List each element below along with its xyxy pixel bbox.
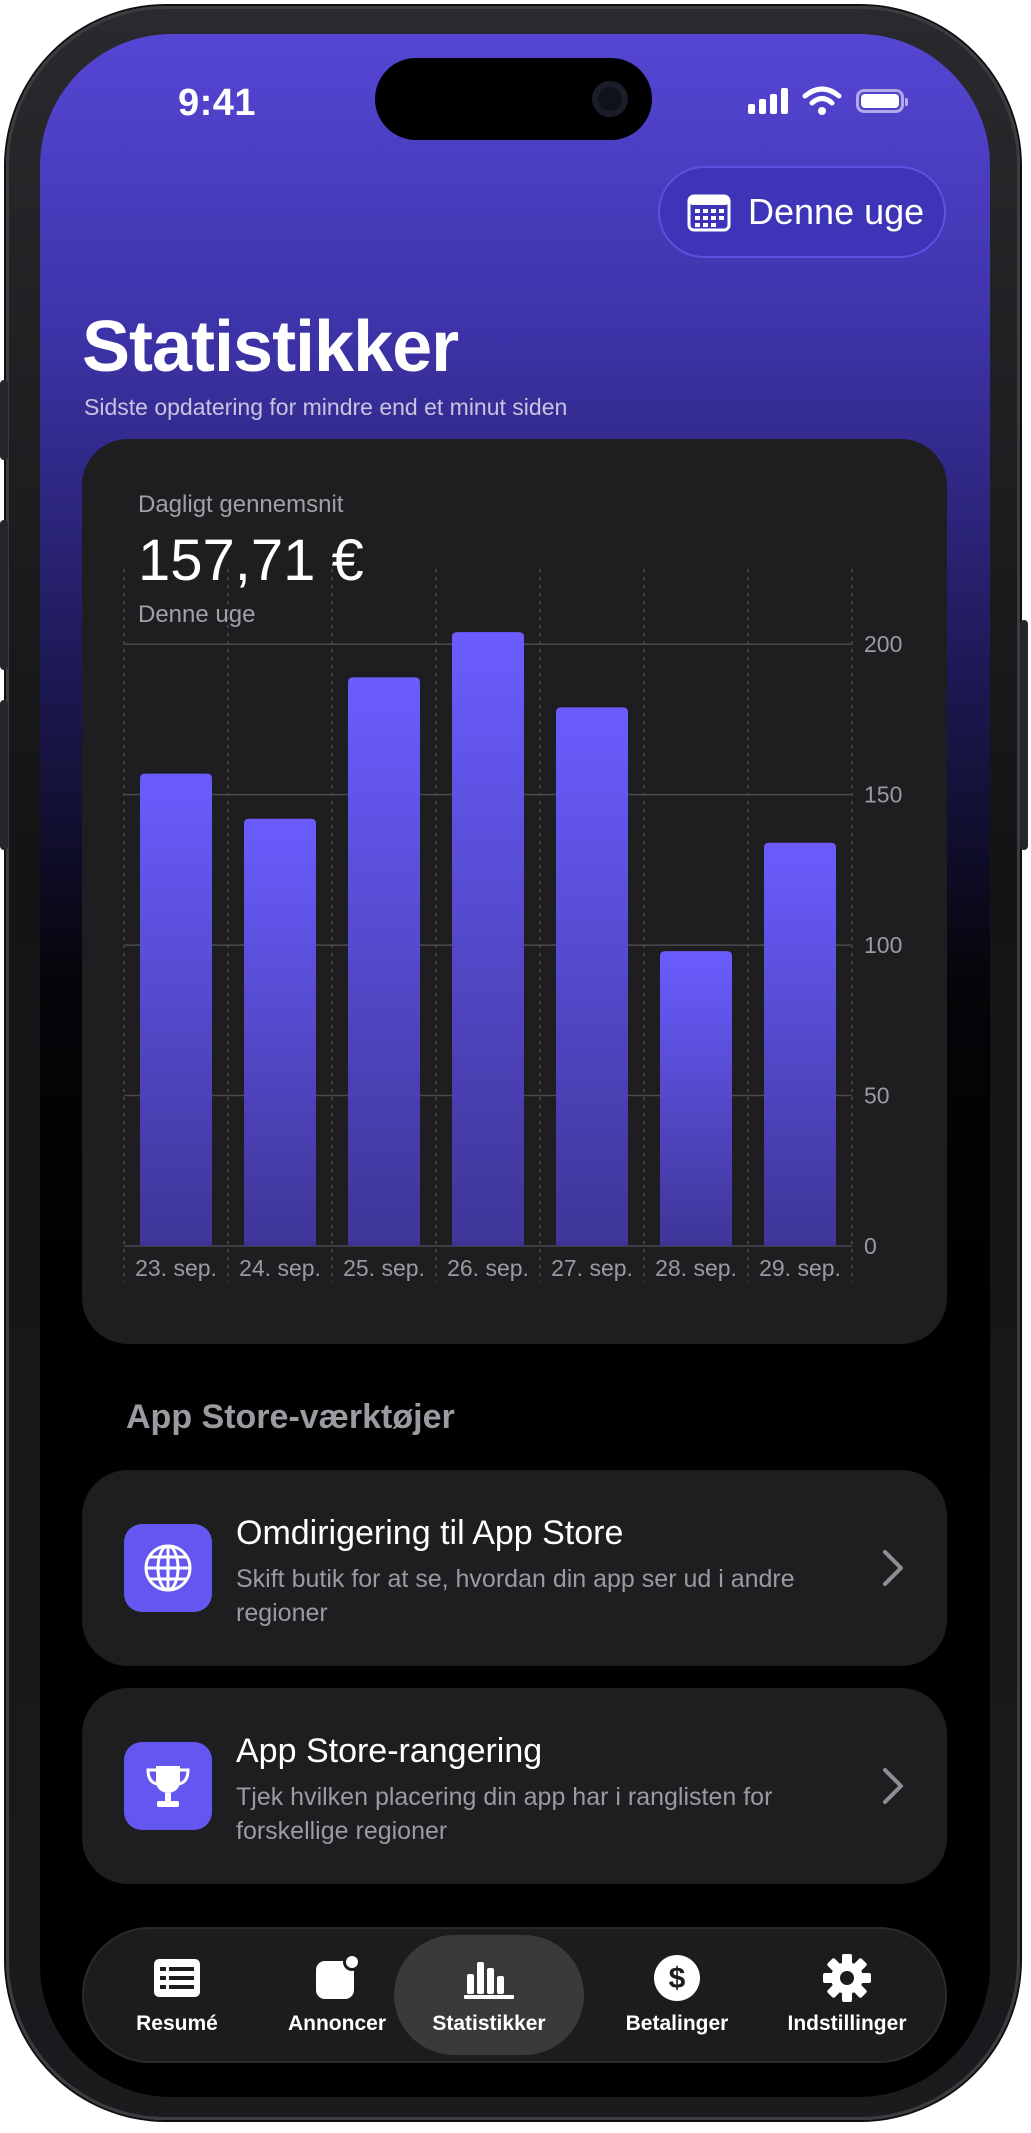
section-title-tools: App Store-værktøjer bbox=[126, 1398, 455, 1436]
bar-chart-icon bbox=[463, 1954, 515, 2002]
volume-down-button bbox=[0, 700, 8, 850]
chevron-right-icon bbox=[883, 1768, 903, 1804]
x-tick-label: 28. sep. bbox=[655, 1255, 737, 1281]
y-tick-label: 200 bbox=[864, 631, 902, 657]
trophy-icon bbox=[124, 1742, 212, 1830]
y-tick-label: 0 bbox=[864, 1233, 877, 1259]
page-title: Statistikker bbox=[82, 307, 459, 387]
status-time: 9:41 bbox=[178, 82, 257, 124]
x-tick-label: 27. sep. bbox=[551, 1255, 633, 1281]
bar-29sep[interactable] bbox=[764, 842, 836, 1246]
app-store-ranking-card[interactable]: App Store-rangering Tjek hvilken placeri… bbox=[82, 1688, 947, 1884]
tool-description: Tjek hvilken placering din app har i ran… bbox=[236, 1783, 773, 1845]
bar-24sep[interactable] bbox=[244, 818, 316, 1246]
document-list-icon bbox=[151, 1954, 203, 2002]
y-tick-label: 150 bbox=[864, 782, 902, 808]
x-tick-label: 25. sep. bbox=[343, 1255, 425, 1281]
tool-title: App Store-rangering bbox=[236, 1732, 543, 1770]
front-camera-icon bbox=[592, 81, 628, 117]
volume-up-button bbox=[0, 520, 8, 670]
app-screen: 9:41 Denne uge Statistikker Sidste opdat… bbox=[40, 34, 990, 2097]
bar-23sep[interactable] bbox=[140, 773, 212, 1246]
period-selector-label: Denne uge bbox=[748, 191, 925, 232]
period-selector-button[interactable]: Denne uge bbox=[658, 166, 946, 258]
x-tick-label: 24. sep. bbox=[239, 1255, 321, 1281]
tool-title: Omdirigering til App Store bbox=[236, 1514, 624, 1552]
globe-icon bbox=[124, 1524, 212, 1612]
tab-betalinger[interactable]: $ Betalinger bbox=[592, 1927, 762, 2063]
power-button bbox=[1020, 620, 1028, 850]
tab-label: Indstillinger bbox=[787, 2012, 907, 2035]
tab-label: Betalinger bbox=[625, 2012, 729, 2035]
tab-label: Annoncer bbox=[287, 2012, 386, 2035]
daily-average-card: Dagligt gennemsnit 157,71 € Denne uge 05… bbox=[82, 439, 947, 1344]
x-tick-label: 29. sep. bbox=[759, 1255, 841, 1281]
tab-label: Statistikker bbox=[432, 2012, 546, 2035]
chevron-right-icon bbox=[883, 1550, 903, 1586]
dollar-icon: $ bbox=[651, 1954, 703, 2002]
wifi-icon bbox=[802, 86, 842, 115]
app-store-redirect-card[interactable]: Omdirigering til App Store Skift butik f… bbox=[82, 1470, 947, 1666]
revenue-bar-chart[interactable]: 0 50 100 150 200 23. sep. 24. sep. 25. sep. 26.… bbox=[82, 439, 947, 1344]
svg-text:$: $ bbox=[669, 1962, 686, 1995]
y-tick-label: 50 bbox=[864, 1083, 890, 1109]
bar-25sep[interactable] bbox=[348, 677, 420, 1246]
status-icons bbox=[748, 86, 908, 116]
y-tick-label: 100 bbox=[864, 932, 902, 958]
tool-description: Skift butik for at se, hvordan din app s… bbox=[236, 1565, 795, 1627]
tab-label: Resumé bbox=[136, 2012, 218, 2035]
tab-indstillinger[interactable]: Indstillinger bbox=[762, 1927, 932, 2063]
tab-statistikker[interactable]: Statistikker bbox=[394, 1935, 584, 2055]
bar-28sep[interactable] bbox=[660, 951, 732, 1246]
last-updated-text: Sidste opdatering for mindre end et minu… bbox=[84, 394, 568, 420]
battery-icon bbox=[856, 89, 908, 113]
action-button bbox=[0, 380, 8, 460]
bar-27sep[interactable] bbox=[556, 707, 628, 1246]
bar-26sep[interactable] bbox=[452, 632, 524, 1246]
x-tick-label: 23. sep. bbox=[135, 1255, 217, 1281]
tab-annoncer[interactable]: Annoncer bbox=[262, 1927, 412, 2063]
cellular-signal-icon bbox=[748, 88, 788, 114]
gear-icon bbox=[821, 1954, 873, 2002]
tab-bar: Resumé Annoncer Statistikker $ Betalinge… bbox=[82, 1927, 947, 2063]
dynamic-island bbox=[375, 58, 652, 140]
notification-badge-icon bbox=[311, 1953, 363, 2002]
tab-resume[interactable]: Resumé bbox=[102, 1927, 252, 2063]
calendar-icon bbox=[687, 194, 731, 232]
x-tick-label: 26. sep. bbox=[447, 1255, 529, 1281]
